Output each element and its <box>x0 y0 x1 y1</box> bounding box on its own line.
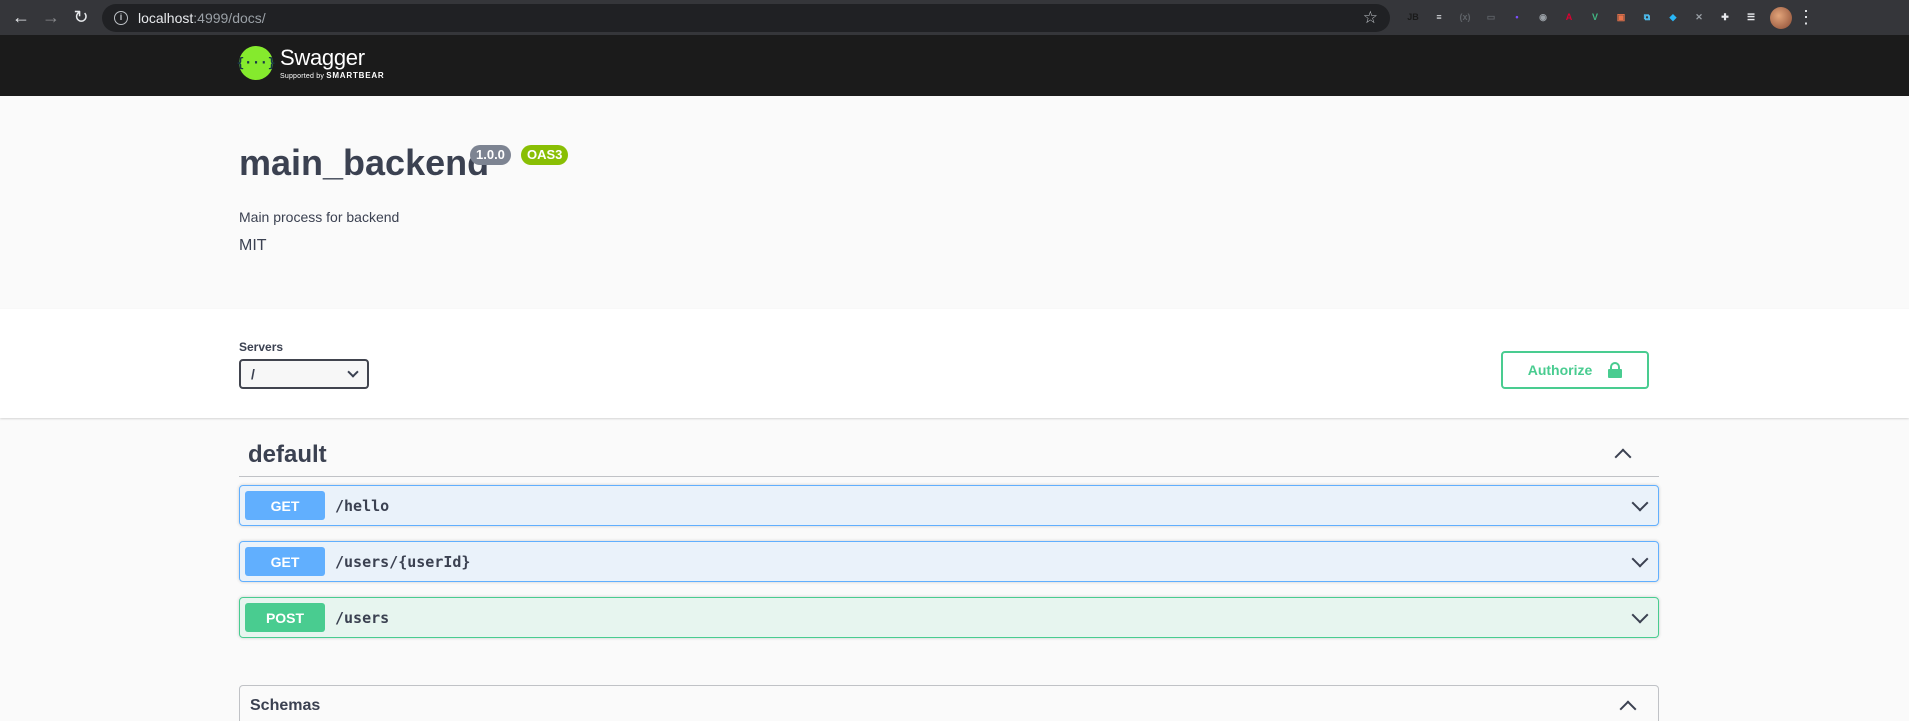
chevron-down-icon[interactable] <box>1631 550 1649 568</box>
url-host: localhost <box>138 9 194 26</box>
playlist-ext-icon[interactable]: ☰ <box>1738 5 1764 31</box>
servers-select[interactable]: / <box>239 359 369 389</box>
authorize-label: Authorize <box>1527 362 1593 378</box>
operation-path: /users/{userId} <box>335 552 471 571</box>
authorize-button[interactable]: Authorize <box>1501 351 1649 389</box>
tools-ext-icon[interactable]: ✕ <box>1686 5 1712 31</box>
tag-name: default <box>248 441 327 468</box>
servers-label: Servers <box>239 340 284 354</box>
notes-ext-icon[interactable]: ≡ <box>1426 5 1452 31</box>
purple-ext-icon[interactable]: • <box>1504 5 1530 31</box>
opblock-get-user[interactable]: GET /users/{userId} <box>239 541 1659 582</box>
screenshot-ext-icon[interactable]: ⧉ <box>1634 5 1660 31</box>
operation-path: /hello <box>335 496 390 515</box>
logo-subtitle: Supported by SMARTBEAR <box>280 71 385 80</box>
forward-arrow-icon[interactable]: → <box>36 3 66 33</box>
api-title: main_backend <box>239 142 490 183</box>
method-badge: GET <box>245 547 325 576</box>
gem-ext-icon[interactable]: ◆ <box>1660 5 1686 31</box>
method-badge: POST <box>245 603 325 632</box>
unlocked-lock-icon <box>1608 362 1623 378</box>
logo-name: Swagger <box>280 45 365 70</box>
url-path: :4999/docs/ <box>193 9 266 26</box>
vue-ext-icon[interactable]: V <box>1582 5 1608 31</box>
jetbrains-ext-icon[interactable]: JB <box>1400 5 1426 31</box>
oas-badge: OAS3 <box>521 145 569 165</box>
chevron-down-icon[interactable] <box>1631 494 1649 512</box>
pages-ext-icon[interactable]: ▭ <box>1478 5 1504 31</box>
camera-ext-icon[interactable]: ◉ <box>1530 5 1556 31</box>
tag-header-default[interactable]: default <box>239 437 1659 477</box>
redux-ext-icon[interactable]: (x) <box>1452 5 1478 31</box>
address-bar[interactable]: i localhost:4999/docs/ ☆ <box>102 3 1390 32</box>
swagger-logo[interactable]: {···} Swagger Supported by SMARTBEAR <box>236 45 385 80</box>
angular-ext-icon[interactable]: A <box>1556 5 1582 31</box>
api-description: Main process for backend <box>239 209 400 225</box>
method-badge: GET <box>245 491 325 520</box>
schemas-section[interactable]: Schemas <box>239 685 1659 721</box>
chevron-up-icon[interactable] <box>1619 700 1637 718</box>
api-info: main_backend 1.0.0 OAS3 Main process for… <box>0 96 1909 309</box>
schemas-title: Schemas <box>250 697 321 714</box>
puzzle-ext-icon[interactable]: ✚ <box>1712 5 1738 31</box>
window-ext-icon[interactable]: ▣ <box>1608 5 1634 31</box>
browser-menu-icon[interactable]: ⋮ <box>1796 7 1816 28</box>
opblock-post-users[interactable]: POST /users <box>239 597 1659 638</box>
operations-section: default GET /hello GET /users/{userId} P… <box>0 418 1909 721</box>
swagger-topbar: {···} Swagger Supported by SMARTBEAR <box>0 35 1909 96</box>
servers-selected-value: / <box>251 366 255 382</box>
chevron-down-icon <box>347 366 359 378</box>
reload-icon[interactable]: ↻ <box>66 3 96 33</box>
operation-path: /users <box>335 608 390 627</box>
back-arrow-icon[interactable]: ← <box>6 3 36 33</box>
opblock-get-hello[interactable]: GET /hello <box>239 485 1659 526</box>
api-license[interactable]: MIT <box>239 237 267 255</box>
chevron-up-icon[interactable] <box>1614 448 1632 466</box>
chevron-down-icon[interactable] <box>1631 606 1649 624</box>
swagger-braces-icon: {···} <box>236 46 276 80</box>
browser-toolbar: ← → ↻ i localhost:4999/docs/ ☆ JB ≡ (x) ▭ • ◉… <box>0 0 1909 35</box>
extensions-bar: JB ≡ (x) ▭ • ◉ A V ▣ ⧉ ◆ ✕ ✚ ☰ <box>1400 5 1764 31</box>
bookmark-star-icon[interactable]: ☆ <box>1363 8 1378 28</box>
site-info-icon[interactable]: i <box>114 10 128 25</box>
scheme-container: Servers / Authorize <box>0 309 1909 418</box>
profile-avatar[interactable] <box>1770 6 1792 29</box>
version-badge: 1.0.0 <box>470 145 511 165</box>
